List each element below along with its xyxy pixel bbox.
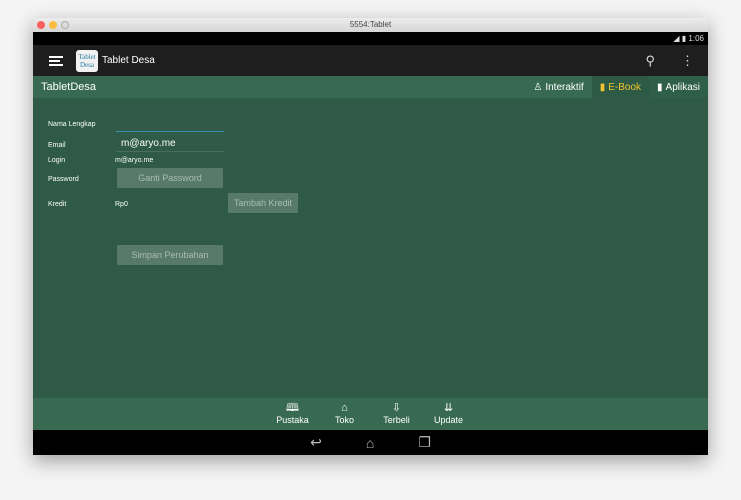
nav-update[interactable]: ⇊ Update [432,402,466,430]
brand-title: TabletDesa [41,81,97,93]
bottom-navigation: 🕮 Pustaka ⌂ Toko ⇩ Terbeli ⇊ Update [33,398,708,430]
nav-terbeli[interactable]: ⇩ Terbeli [380,402,414,430]
book-icon: ▮ [599,81,606,93]
tab-ebook[interactable]: ▮ E-Book [591,76,650,98]
tab-label: E-Book [608,81,642,93]
store-icon: ⌂ [341,402,348,414]
email-value: m@aryo.me [121,138,176,149]
status-bar: ◢ ▮ 1:06 [33,32,708,45]
back-icon[interactable]: ↩ [310,434,322,451]
ganti-password-button[interactable]: Ganti Password [117,168,223,188]
signal-icon: ◢ ▮ [673,34,689,43]
email-input[interactable]: m@aryo.me [116,138,224,152]
status-time: 1:06 [688,34,704,43]
flask-icon: ♙ [533,81,543,93]
download-icon: ⇩ [391,402,402,414]
nav-label: Update [433,415,464,425]
password-label: Password [48,176,79,183]
home-icon[interactable]: ⌂ [366,435,374,451]
search-icon[interactable]: ⚲ [645,53,655,69]
nav-label: Pustaka [276,415,309,425]
update-icon: ⇊ [443,402,454,414]
nav-toko[interactable]: ⌂ Toko [328,402,362,430]
zoom-window-button[interactable] [61,21,69,29]
tab-interaktif[interactable]: ♙ Interaktif [525,76,591,98]
kredit-value: Rp0 [115,201,128,208]
system-navigation-bar: ↩ ⌂ ❐ [33,430,708,455]
recents-icon[interactable]: ❐ [418,434,431,451]
emulator-window: 5554:Tablet ◢ ▮ 1:06 Tablet Desa Tablet D… [33,18,708,455]
tambah-kredit-button[interactable]: Tambah Kredit [228,193,298,213]
nama-input[interactable] [116,118,224,132]
app-title: Tablet Desa [102,55,155,66]
simpan-perubahan-button[interactable]: Simpan Perubahan [117,245,223,265]
overflow-menu-icon[interactable]: ⋮ [681,53,694,69]
kredit-label: Kredit [48,201,67,208]
tab-label: Aplikasi [665,81,700,93]
minimize-window-button[interactable] [49,21,57,29]
window-titlebar: 5554:Tablet [33,18,708,32]
window-title: 5554:Tablet [349,20,392,29]
email-label: Email [48,142,66,149]
tab-aplikasi[interactable]: ▮ Aplikasi [649,76,708,98]
action-bar: Tablet Desa Tablet Desa ⚲ ⋮ [33,45,708,76]
open-book-icon: 🕮 [286,402,299,414]
profile-form: Nama Lengkap Email m@aryo.me Login m@ary… [33,98,708,398]
app-logo: Tablet Desa [76,49,98,72]
nama-label: Nama Lengkap [48,121,96,128]
tablet-icon: ▮ [657,81,663,93]
login-value: m@aryo.me [115,157,154,164]
nav-pustaka[interactable]: 🕮 Pustaka [276,402,310,430]
login-label: Login [48,157,66,164]
tab-label: Interaktif [545,81,584,93]
tab-bar: TabletDesa ♙ Interaktif ▮ E-Book ▮ Aplikasi [33,76,708,98]
nav-label: Toko [334,415,354,425]
close-window-button[interactable] [37,21,45,29]
hamburger-menu-icon[interactable] [49,55,63,66]
nav-label: Terbeli [383,415,410,425]
